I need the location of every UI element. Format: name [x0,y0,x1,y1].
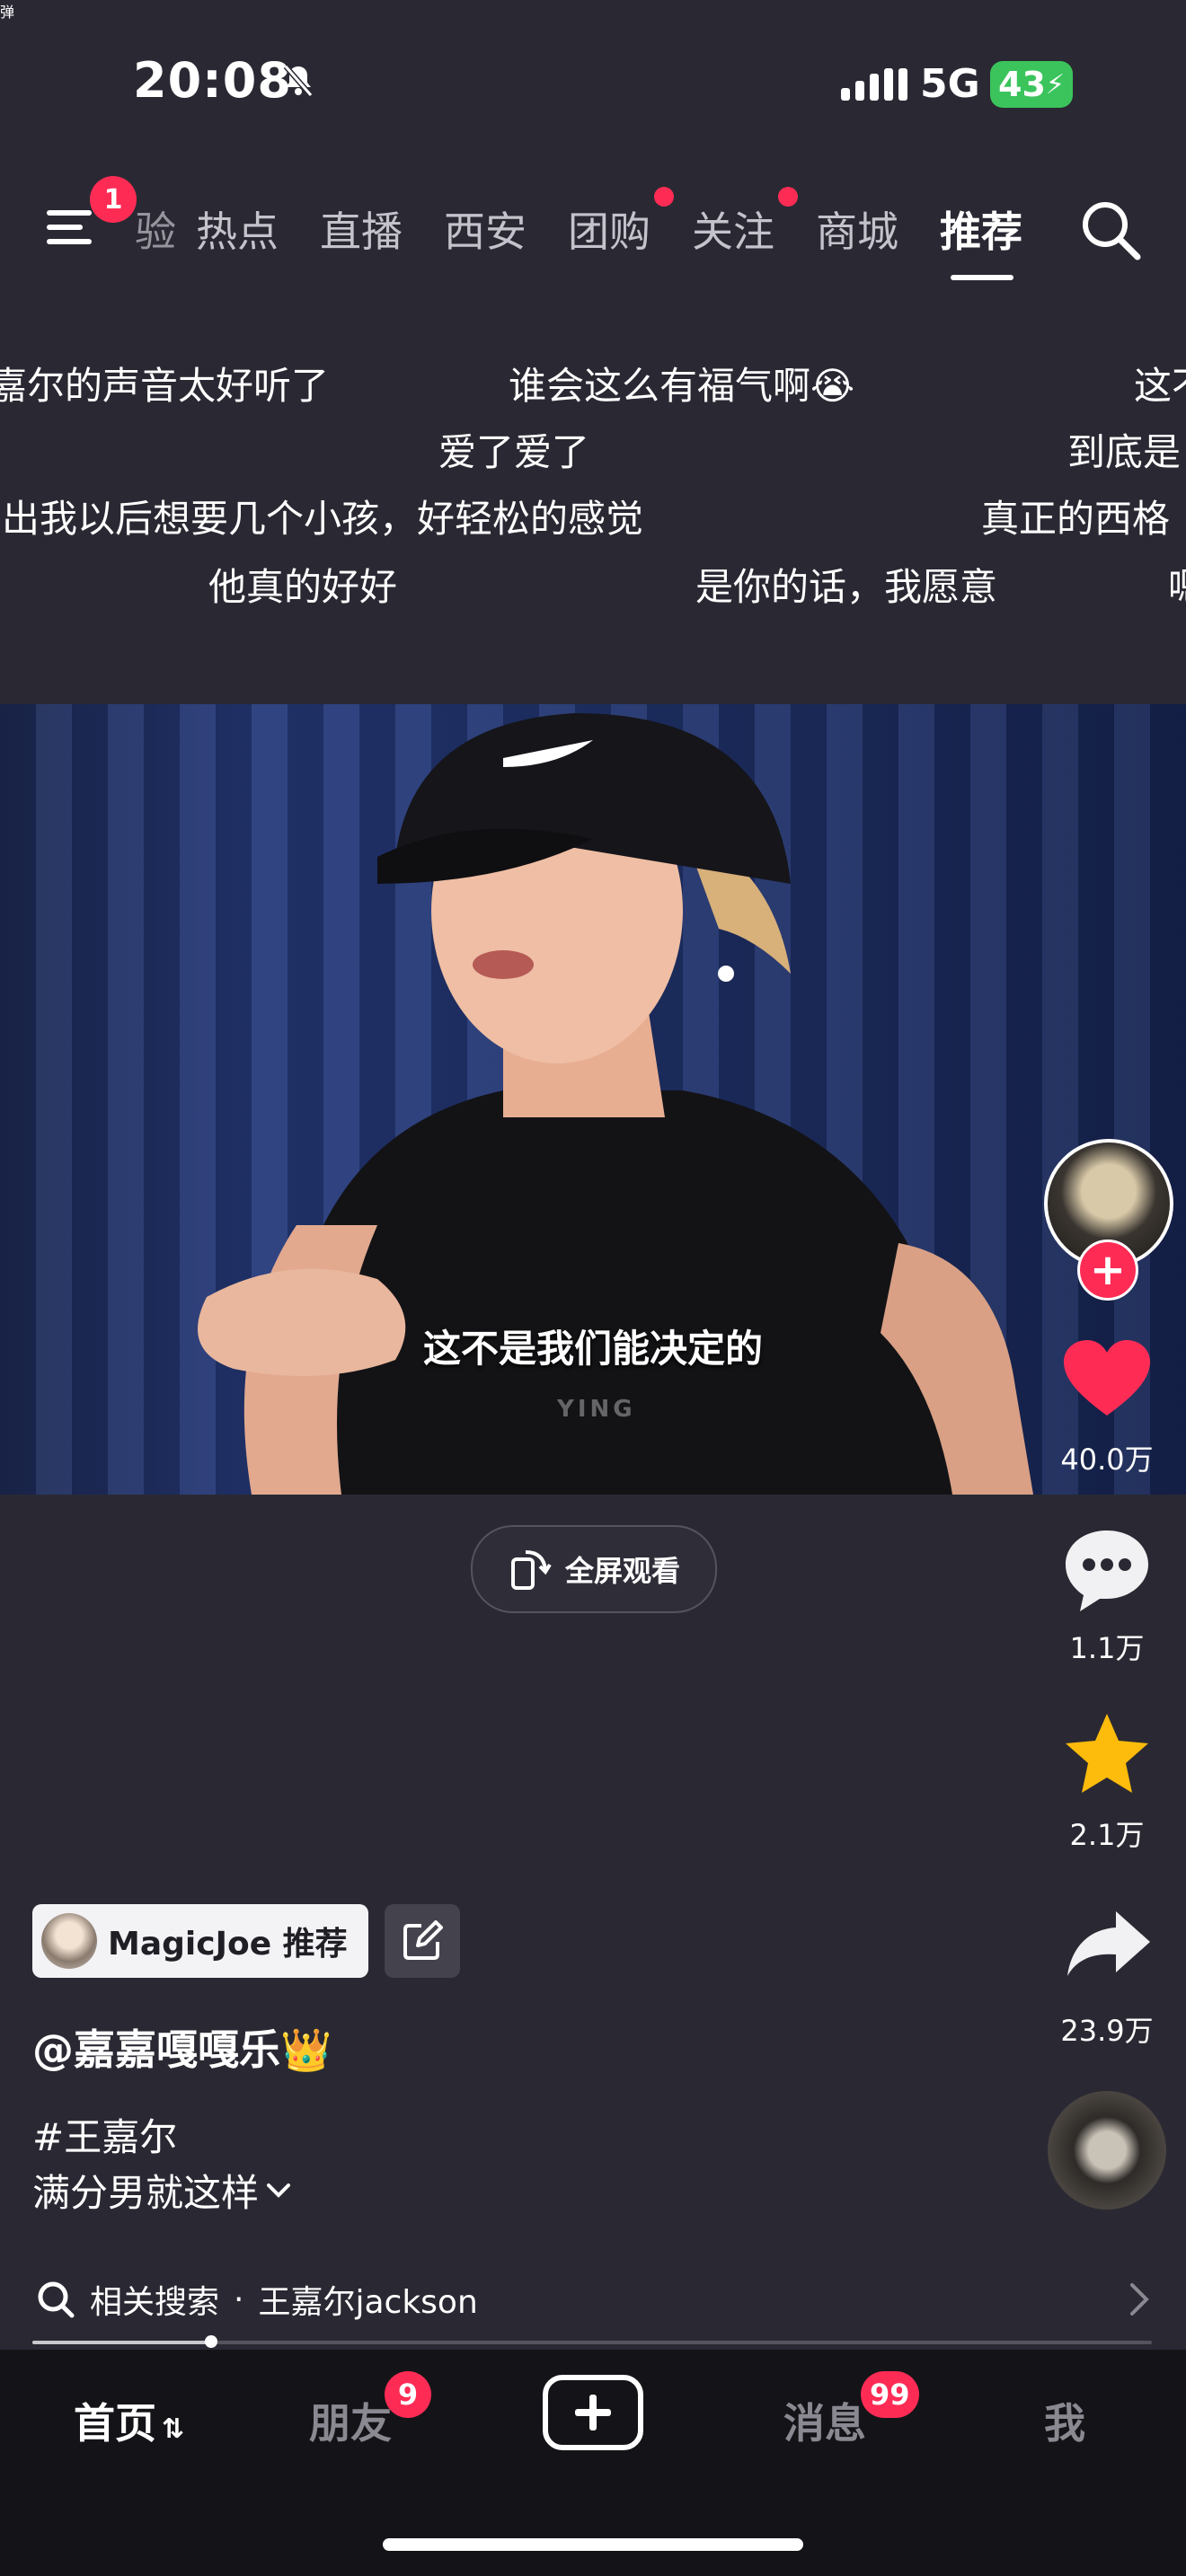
fullscreen-button[interactable]: 全屏观看 [471,1525,717,1613]
danmaku-item: 出我以后想要几个小孩，好轻松的感觉 [2,497,644,541]
video-description[interactable]: 满分男就这样 [32,2163,291,2218]
related-search-query: 王嘉尔jackson [258,2284,478,2321]
danmaku-item: 嘉尔的声音太好听了 [0,364,330,408]
danmaku-item: 谁会这么有福气啊😭 [509,364,855,408]
recommender-avatar [41,1913,97,1969]
following-dot [778,187,798,207]
danmaku-item: 爱了爱了 [438,430,590,474]
description-text: 满分男就这样 [32,2171,260,2215]
danmaku-item: 嗯 [1168,557,1186,612]
search-icon[interactable] [1076,196,1145,264]
like-heart-icon[interactable] [1062,1338,1152,1419]
nav-friends[interactable]: 朋友 [309,2391,392,2450]
nav-home[interactable]: 首页 ⇅ [74,2391,184,2450]
share-arrow-icon[interactable] [1066,1910,1152,1978]
music-disc[interactable] [1048,2091,1166,2210]
related-search-bar[interactable]: 相关搜索 · 王嘉尔jackson [36,2276,1150,2323]
tab-hot[interactable]: 热点 [196,199,279,259]
battery-level: 43 [998,65,1046,104]
rotate-screen-icon [510,1550,552,1590]
video-subtitle: 这不是我们能决定的 [422,1327,763,1371]
tab-mall[interactable]: 商城 [816,199,898,259]
chevron-right-icon [1130,2283,1149,2316]
nav-home-label: 首页 [74,2399,156,2448]
favorite-star-icon[interactable] [1064,1712,1150,1795]
tab-recommend[interactable]: 推荐 [940,199,1022,259]
active-tab-indicator [951,275,1013,280]
edit-button[interactable] [385,1904,460,1978]
danmaku-toggle-button[interactable]: 弹 [0,0,14,22]
related-search-separator: · [234,2280,244,2318]
nav-me[interactable]: 我 [1044,2391,1085,2450]
danmaku-toggle-label: 弹 [0,4,15,21]
messages-badge: 99 [861,2371,919,2418]
follow-button[interactable]: + [1077,1239,1138,1301]
share-count: 23.9万 [1060,2014,1154,2048]
tab-xian[interactable]: 西安 [444,199,527,259]
video-watermark: YING [557,1396,636,1423]
recommender-pill[interactable]: MagicJoe 推荐 [32,1904,368,1978]
tab-group-buy[interactable]: 团购 [568,199,651,259]
like-count: 40.0万 [1060,1442,1154,1477]
playback-progress-knob[interactable] [205,2335,218,2348]
friends-badge: 9 [385,2371,431,2418]
danmaku-item: 真正的西格 [981,497,1171,541]
danmaku-item: 到底是 [1067,430,1182,474]
recommender-label: MagicJoe 推荐 [108,1926,348,1963]
comment-icon[interactable] [1062,1527,1152,1613]
fullscreen-label: 全屏观看 [564,1554,680,1588]
related-search-label: 相关搜索 [90,2284,220,2321]
video-frame-person [198,713,1033,1495]
favorite-count: 2.1万 [1069,1818,1145,1852]
author-name[interactable]: @嘉嘉嘎嘎乐👑 [32,2017,332,2077]
video-player[interactable]: YING [0,704,1186,1495]
cellular-signal-icon [841,68,907,101]
danmaku-item: 这不 [1134,364,1186,408]
network-type: 5G [920,61,980,107]
home-indicator [383,2538,803,2551]
chevron-down-icon [267,2183,291,2198]
danmaku-item: 他真的好好 [208,565,398,609]
menu-badge: 1 [90,176,137,223]
refresh-swap-icon: ⇅ [162,2413,185,2445]
status-time: 20:08 [133,52,292,109]
plus-icon [575,2395,611,2430]
hashtag-link[interactable]: #王嘉尔 [32,2107,177,2162]
create-button[interactable] [543,2375,643,2450]
group-buy-dot [654,187,674,207]
charging-icon: ⚡ [1045,68,1065,101]
battery-indicator: 43 ⚡ [990,61,1073,108]
danmaku-item: 是你的话，我愿意 [695,565,998,609]
playback-progress-fill [32,2341,212,2344]
tab-live[interactable]: 直播 [320,199,403,259]
mute-bell-icon [283,65,314,97]
edit-icon [403,1920,443,1960]
nav-messages[interactable]: 消息 [783,2391,866,2450]
search-icon [38,2281,75,2318]
menu-icon[interactable] [45,205,99,250]
comment-count: 1.1万 [1069,1631,1145,1665]
tab-following[interactable]: 关注 [692,199,774,259]
tab-experience[interactable]: 验 [135,199,176,259]
